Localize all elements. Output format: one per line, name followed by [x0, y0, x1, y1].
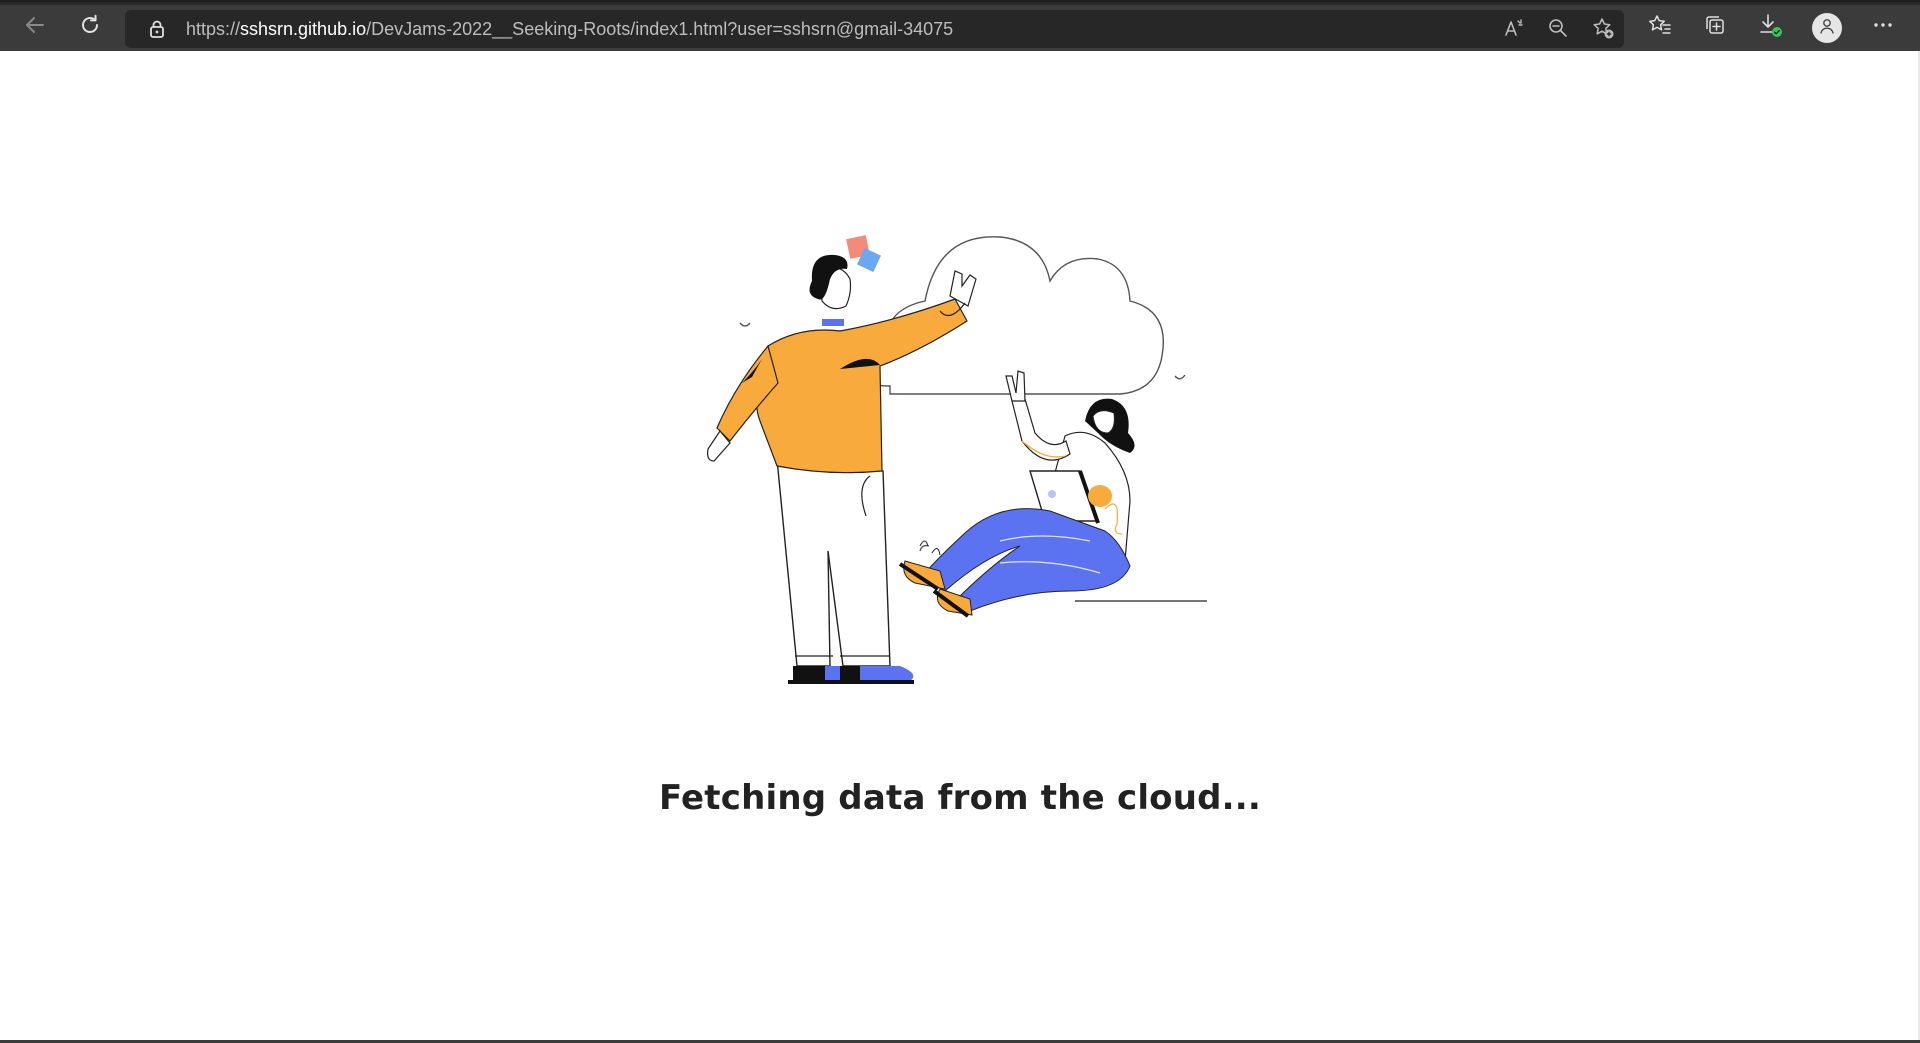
more-button[interactable]	[1866, 10, 1900, 44]
collections-icon	[1703, 13, 1727, 41]
profile-icon	[1818, 17, 1836, 39]
add-favorite-button[interactable]	[1591, 18, 1615, 42]
address-bar[interactable]: https://sshsrn.github.io/DevJams-2022__S…	[125, 10, 1624, 48]
man-pants	[776, 458, 891, 667]
read-aloud-icon	[1503, 17, 1525, 43]
woman-arm	[1011, 398, 1071, 461]
tab-strip-edge	[0, 2, 1920, 5]
star-plus-icon	[1591, 16, 1615, 44]
zoom-out-icon	[1547, 17, 1569, 43]
lock-icon[interactable]	[147, 19, 167, 39]
more-icon	[1872, 14, 1894, 40]
refresh-button[interactable]	[73, 10, 107, 44]
read-aloud-button[interactable]	[1502, 18, 1526, 42]
favorites-button[interactable]	[1643, 10, 1677, 44]
zoom-button[interactable]	[1546, 18, 1570, 42]
collections-button[interactable]	[1698, 10, 1732, 44]
cloud-people-illustration	[707, 235, 1207, 684]
url-text[interactable]: https://sshsrn.github.io/DevJams-2022__S…	[186, 18, 953, 40]
refresh-icon	[78, 13, 102, 41]
url-prefix: https://	[186, 19, 241, 39]
arrow-left-icon	[24, 14, 46, 40]
man-shirt	[755, 298, 968, 474]
page-content: Fetching data from the cloud...	[0, 51, 1920, 1043]
back-button[interactable]	[18, 10, 52, 44]
favorites-icon	[1648, 13, 1672, 41]
downloads-button[interactable]	[1753, 10, 1787, 44]
url-host: sshsrn.github.io	[240, 19, 367, 39]
profile-button[interactable]	[1812, 13, 1842, 43]
download-icon	[1757, 12, 1783, 42]
browser-toolbar: https://sshsrn.github.io/DevJams-2022__S…	[0, 0, 1920, 51]
url-path: /DevJams-2022__Seeking-Roots/index1.html…	[366, 19, 954, 39]
loading-message: Fetching data from the cloud...	[658, 778, 1262, 818]
